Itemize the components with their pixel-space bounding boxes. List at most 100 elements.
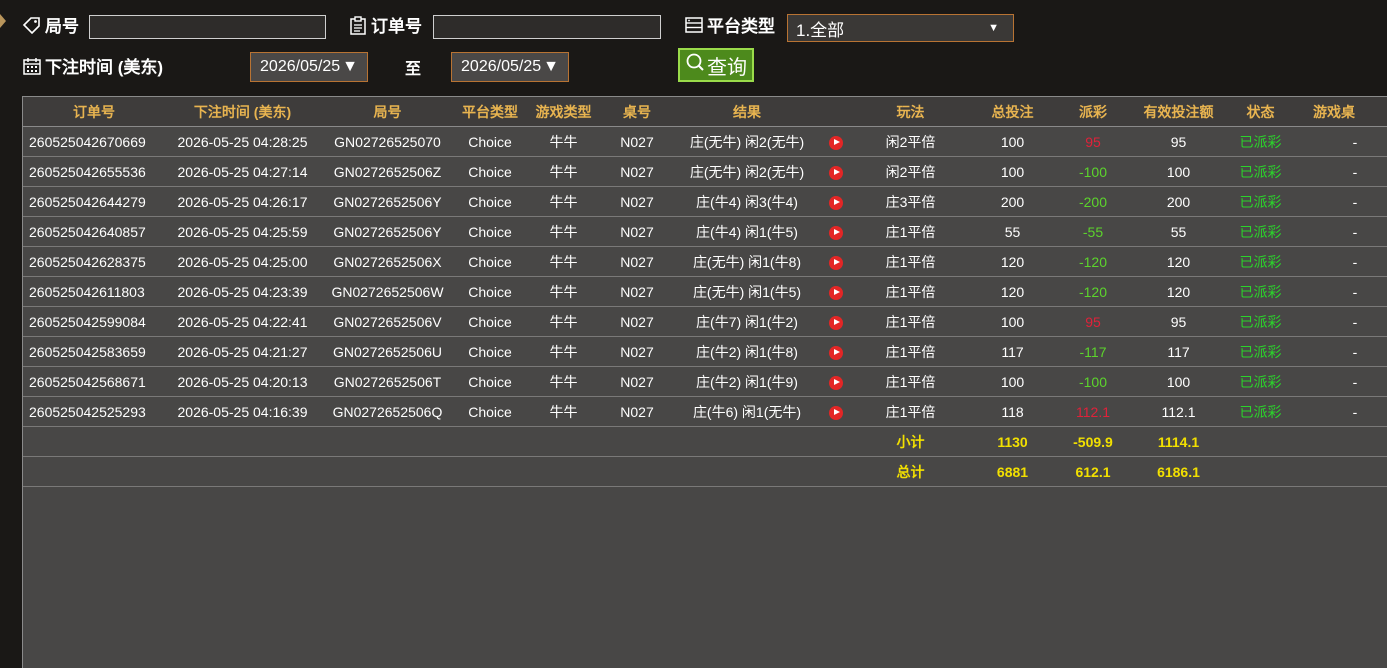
cell-play-type: 庄1平倍: [849, 246, 972, 277]
round-number-input[interactable]: [89, 15, 326, 39]
cell-game-type: 牛牛: [525, 276, 602, 307]
play-video-icon[interactable]: [828, 315, 843, 330]
play-video-icon[interactable]: [828, 255, 843, 270]
replay-button[interactable]: [822, 336, 849, 367]
cell-total-bet: 100: [972, 306, 1053, 337]
table-row[interactable]: 260525042583659 2026-05-25 04:21:27 GN0272…: [23, 336, 1387, 367]
cell-result: 庄(牛2) 闲1(牛8): [672, 336, 822, 367]
subtotal-row-empty-cell: [23, 426, 165, 457]
cell-order-number: 260525042628375: [23, 246, 165, 277]
cell-game-table: -: [1297, 186, 1387, 217]
table-row[interactable]: 260525042628375 2026-05-25 04:25:00 GN0272…: [23, 246, 1387, 277]
cell-status: 已派彩: [1224, 186, 1297, 217]
column-header-bet-time[interactable]: 下注时间 (美东): [165, 97, 320, 127]
replay-button[interactable]: [822, 366, 849, 397]
play-video-icon[interactable]: [828, 405, 843, 420]
date-to-picker[interactable]: 2026/05/25 ▼: [451, 52, 569, 82]
table-row[interactable]: 260525042568671 2026-05-25 04:20:13 GN0272…: [23, 366, 1387, 397]
table-row[interactable]: 260525042525293 2026-05-25 04:16:39 GN0272…: [23, 396, 1387, 427]
cell-game-table: -: [1297, 216, 1387, 247]
server-icon: [684, 15, 704, 35]
column-header-play-type[interactable]: 玩法: [849, 97, 972, 127]
cell-bet-time: 2026-05-25 04:28:25: [165, 126, 320, 157]
cell-valid-bet: 55: [1133, 216, 1224, 247]
cell-bet-time: 2026-05-25 04:23:39: [165, 276, 320, 307]
cell-payout: -117: [1053, 336, 1133, 367]
replay-button[interactable]: [822, 186, 849, 217]
total-row-bet: 6881: [972, 456, 1053, 487]
cell-result: 庄(无牛) 闲1(牛5): [672, 276, 822, 307]
column-header-game-table[interactable]: 游戏桌: [1297, 97, 1387, 127]
date-from-picker[interactable]: 2026/05/25 ▼: [250, 52, 368, 82]
column-header-total-bet[interactable]: 总投注: [972, 97, 1053, 127]
total-row-empty-cell: [320, 456, 455, 487]
table-row[interactable]: 260525042640857 2026-05-25 04:25:59 GN0272…: [23, 216, 1387, 247]
cell-valid-bet: 95: [1133, 126, 1224, 157]
cell-result: 庄(无牛) 闲2(无牛): [672, 126, 822, 157]
cell-bet-time: 2026-05-25 04:25:00: [165, 246, 320, 277]
total-row-empty-cell: [822, 456, 849, 487]
platform-type-select[interactable]: 1.全部 ▼: [787, 14, 1014, 42]
column-header-round-number[interactable]: 局号: [320, 97, 455, 127]
platform-type-selected-value: 1.全部: [796, 20, 845, 40]
cell-game-table: -: [1297, 126, 1387, 157]
cell-game-type: 牛牛: [525, 246, 602, 277]
cell-status: 已派彩: [1224, 216, 1297, 247]
cell-bet-time: 2026-05-25 04:26:17: [165, 186, 320, 217]
play-video-icon[interactable]: [828, 135, 843, 150]
column-header-status[interactable]: 状态: [1224, 97, 1297, 127]
cell-result: 庄(牛4) 闲3(牛4): [672, 186, 822, 217]
replay-button[interactable]: [822, 216, 849, 247]
cell-total-bet: 100: [972, 126, 1053, 157]
play-video-icon[interactable]: [828, 195, 843, 210]
tag-icon: [22, 16, 42, 34]
cell-round-number: GN0272652506X: [320, 246, 455, 277]
play-video-icon[interactable]: [828, 345, 843, 360]
column-header-result[interactable]: 结果: [672, 97, 822, 127]
column-header-valid-bet[interactable]: 有效投注额: [1133, 97, 1224, 127]
cell-play-type: 庄1平倍: [849, 336, 972, 367]
cell-order-number: 260525042640857: [23, 216, 165, 247]
cell-round-number: GN0272652506W: [320, 276, 455, 307]
cell-round-number: GN0272652506U: [320, 336, 455, 367]
play-video-icon[interactable]: [828, 285, 843, 300]
column-header-table-number[interactable]: 桌号: [602, 97, 672, 127]
cell-game-type: 牛牛: [525, 306, 602, 337]
table-row[interactable]: 260525042611803 2026-05-25 04:23:39 GN0272…: [23, 276, 1387, 307]
cell-platform-type: Choice: [455, 306, 525, 337]
order-number-input[interactable]: [433, 15, 661, 39]
cell-game-table: -: [1297, 396, 1387, 427]
table-row[interactable]: 260525042644279 2026-05-25 04:26:17 GN0272…: [23, 186, 1387, 217]
subtotal-row-bet: 1130: [972, 426, 1053, 457]
replay-button[interactable]: [822, 276, 849, 307]
cell-table-number: N027: [602, 276, 672, 307]
play-video-icon[interactable]: [828, 225, 843, 240]
subtotal-row-empty-cell: [602, 426, 672, 457]
column-header-order-number[interactable]: 订单号: [23, 97, 165, 127]
column-header-game-type[interactable]: 游戏类型: [525, 97, 602, 127]
replay-button[interactable]: [822, 156, 849, 187]
column-header-payout[interactable]: 派彩: [1053, 97, 1133, 127]
replay-button[interactable]: [822, 246, 849, 277]
cell-game-type: 牛牛: [525, 156, 602, 187]
cell-payout: -120: [1053, 276, 1133, 307]
cell-payout: 95: [1053, 126, 1133, 157]
table-row[interactable]: 260525042655536 2026-05-25 04:27:14 GN0272…: [23, 156, 1387, 187]
replay-button[interactable]: [822, 396, 849, 427]
cell-order-number: 260525042670669: [23, 126, 165, 157]
table-row[interactable]: 260525042599084 2026-05-25 04:22:41 GN0272…: [23, 306, 1387, 337]
cell-result: 庄(牛7) 闲1(牛2): [672, 306, 822, 337]
query-button[interactable]: 查询: [678, 48, 754, 82]
table-row[interactable]: 260525042670669 2026-05-25 04:28:25 GN0272…: [23, 126, 1387, 157]
replay-button[interactable]: [822, 306, 849, 337]
cell-play-type: 庄1平倍: [849, 396, 972, 427]
replay-button[interactable]: [822, 126, 849, 157]
play-video-icon[interactable]: [828, 375, 843, 390]
cell-play-type: 闲2平倍: [849, 156, 972, 187]
cell-status: 已派彩: [1224, 246, 1297, 277]
play-video-icon[interactable]: [828, 165, 843, 180]
column-header-platform-type[interactable]: 平台类型: [455, 97, 525, 127]
cell-table-number: N027: [602, 246, 672, 277]
cell-play-type: 闲2平倍: [849, 126, 972, 157]
dropdown-arrow-icon: ▼: [342, 58, 358, 75]
